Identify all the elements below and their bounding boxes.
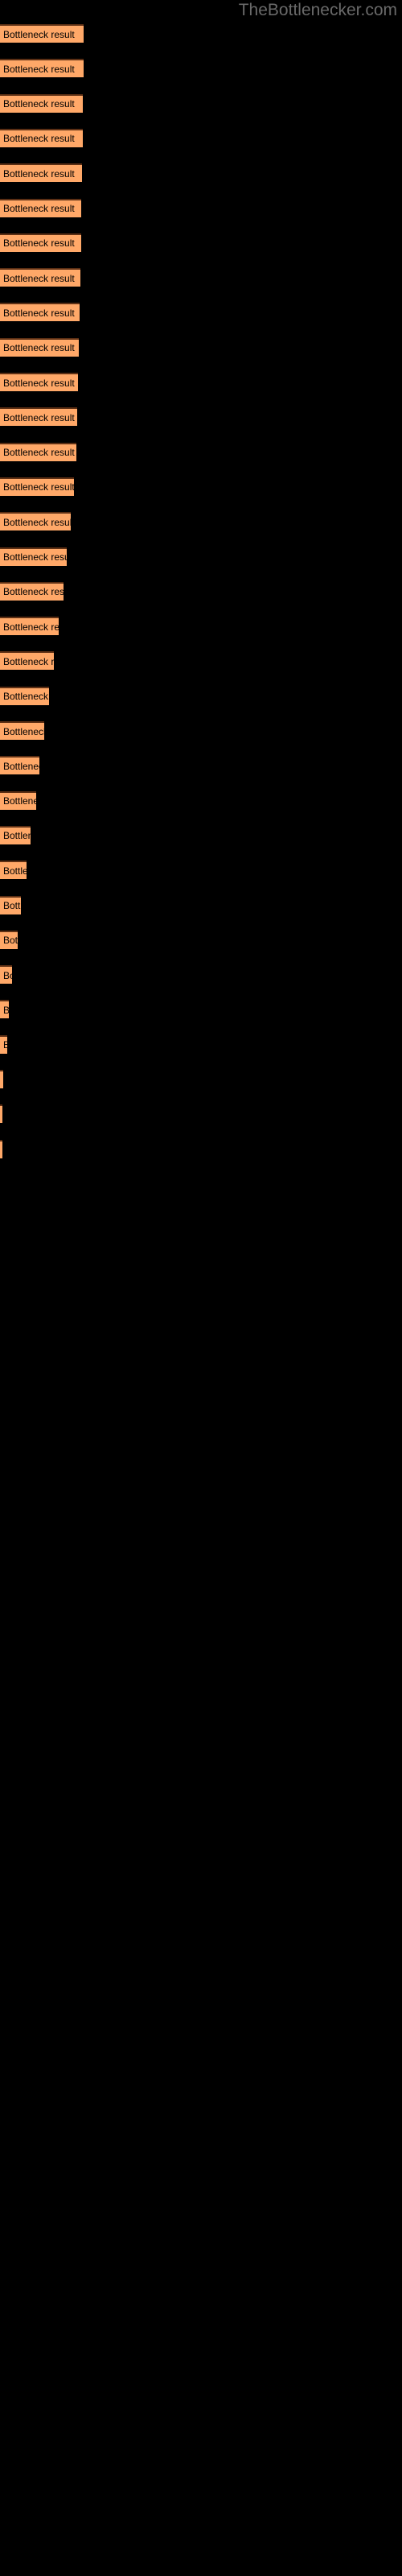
bar-25: Bottleneck result <box>0 861 27 880</box>
bar-2: Bottleneck result <box>0 59 84 78</box>
bar-26: Bottleneck result <box>0 895 21 914</box>
bar-5: Bottleneck result <box>0 163 82 183</box>
bar-24: Bottleneck result <box>0 825 31 844</box>
bar-label: Bottleneck result <box>3 411 75 423</box>
bar-32: Bottleneck result <box>0 1104 2 1124</box>
bar-label: Bottleneck result <box>3 760 39 772</box>
bar-label: Bottleneck result <box>3 900 21 911</box>
bar-label: Bottleneck result <box>3 830 31 842</box>
bar-28: Bottleneck result <box>0 965 12 985</box>
bar-17: Bottleneck result <box>0 581 64 601</box>
bar-label: Bottleneck result <box>3 203 75 214</box>
bar-7: Bottleneck result <box>0 233 81 252</box>
bar-label: Bottleneck result <box>3 237 75 250</box>
bar-label: Bottleneck result <box>3 167 75 180</box>
bar-label: Bottleneck result <box>3 551 67 563</box>
bar-label: Bottleneck result <box>3 342 75 354</box>
bar-4: Bottleneck result <box>0 128 83 147</box>
bar-label: Bottleneck result <box>3 481 74 493</box>
bar-6: Bottleneck result <box>0 198 81 217</box>
bar-10: Bottleneck result <box>0 337 79 357</box>
bar-29: Bottleneck result <box>0 1000 9 1019</box>
bar-31: Bottleneck result <box>0 1070 3 1088</box>
bar-14: Bottleneck result <box>0 477 74 496</box>
bar-label: Bottleneck result <box>3 586 64 598</box>
bar-1: Bottleneck result <box>0 24 84 43</box>
bar-22: Bottleneck result <box>0 756 39 775</box>
bottleneck-chart: TheBottlenecker.com Bottleneck result Bot… <box>0 0 402 2576</box>
bar-label: Bottleneck result <box>3 133 75 145</box>
bar-label: Bottleneck result <box>3 516 71 528</box>
bar-label: Bottleneck result <box>3 1005 9 1016</box>
bar-20: Bottleneck result <box>0 686 49 705</box>
bar-18: Bottleneck result <box>0 617 59 636</box>
bar-12: Bottleneck result <box>0 407 77 427</box>
bar-label: Bottleneck result <box>3 969 12 981</box>
bar-11: Bottleneck result <box>0 373 78 391</box>
bar-label: Bottleneck result <box>3 98 75 110</box>
bar-label: Bottleneck result <box>3 377 75 389</box>
bar-16: Bottleneck result <box>0 547 67 566</box>
bar-3: Bottleneck result <box>0 93 83 113</box>
bar-label: Bottleneck result <box>3 621 59 633</box>
bar-label: Bottleneck result <box>3 307 75 319</box>
bar-label: Bottleneck result <box>3 691 49 703</box>
bar-label: Bottleneck result <box>3 795 36 807</box>
bar-label: Bottleneck result <box>3 655 54 667</box>
bar-label: Bottleneck result <box>3 28 75 40</box>
bar-label: Bottleneck result <box>3 865 27 877</box>
bar-13: Bottleneck result <box>0 442 76 461</box>
bar-label: Bottleneck result <box>3 935 18 947</box>
bar-15: Bottleneck result <box>0 512 71 531</box>
bar-label: Bottleneck result <box>3 1039 7 1051</box>
bar-21: Bottleneck result <box>0 721 44 740</box>
bar-label: Bottleneck result <box>3 725 44 737</box>
bar-33: Bottleneck result <box>0 1139 2 1158</box>
bar-19: Bottleneck result <box>0 651 54 671</box>
bar-30: Bottleneck result <box>0 1034 7 1054</box>
bar-27: Bottleneck result <box>0 930 18 949</box>
bar-9: Bottleneck result <box>0 303 80 322</box>
bar-8: Bottleneck result <box>0 268 80 287</box>
bar-list: Bottleneck result Bottleneck result Bottle… <box>0 0 402 2576</box>
bar-label: Bottleneck result <box>3 272 75 284</box>
bar-label: Bottleneck result <box>3 63 75 75</box>
bar-23: Bottleneck result <box>0 791 36 810</box>
bar-label: Bottleneck result <box>3 447 75 459</box>
